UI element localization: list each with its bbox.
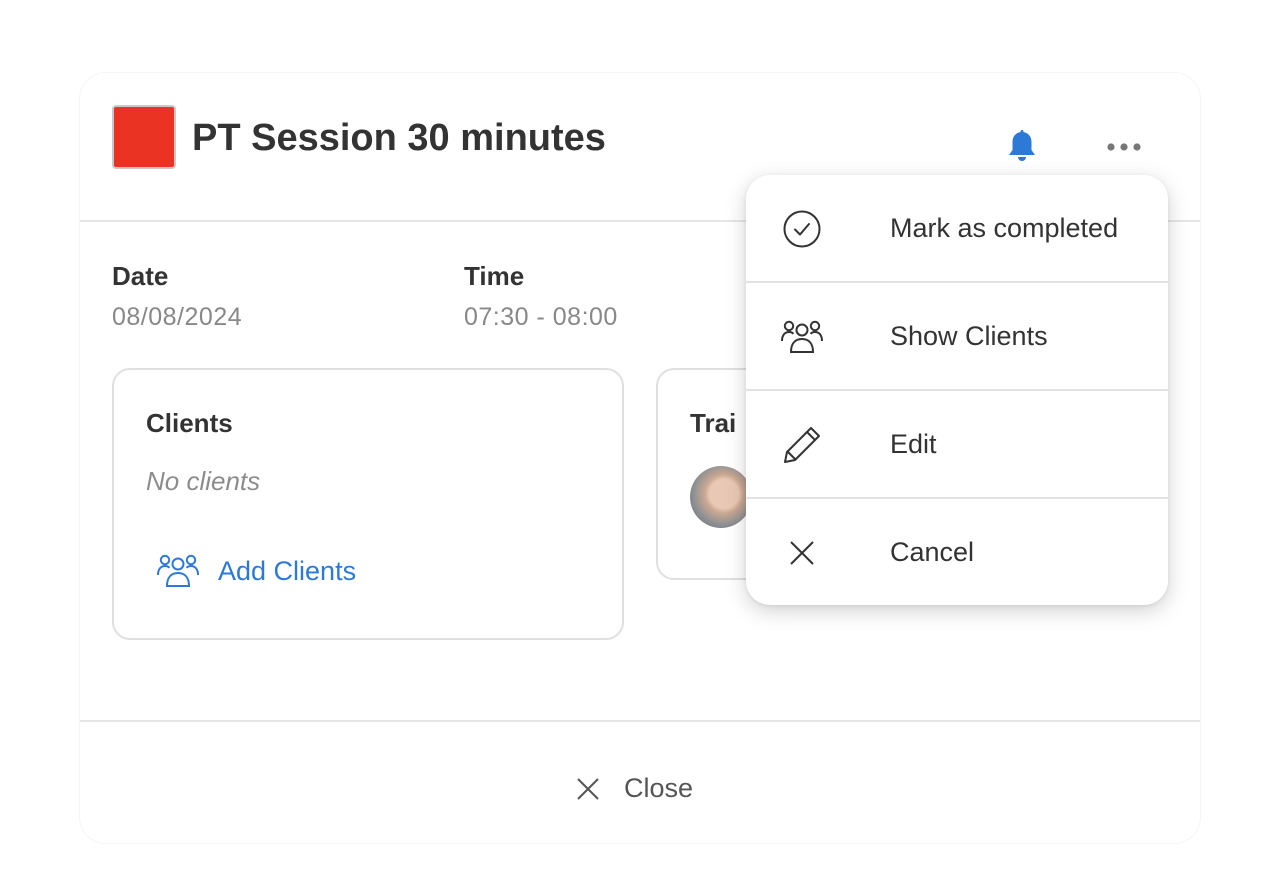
close-label: Close — [624, 773, 694, 803]
notification-button[interactable] — [1004, 129, 1040, 165]
footer-divider — [80, 720, 1200, 722]
pencil-icon — [784, 427, 820, 463]
users-icon — [157, 554, 199, 587]
more-horizontal-icon — [1107, 143, 1141, 151]
close-icon — [790, 541, 814, 565]
menu-item-cancel[interactable]: Cancel — [746, 499, 1168, 605]
session-color-swatch — [112, 105, 176, 169]
menu-item-label: Edit — [890, 429, 937, 459]
menu-item-mark-completed[interactable]: Mark as completed — [746, 175, 1168, 283]
more-options-button[interactable] — [1104, 133, 1144, 161]
bell-icon — [1009, 130, 1035, 161]
add-clients-label: Add Clients — [218, 555, 357, 586]
users-icon — [781, 320, 823, 353]
date-label: Date — [112, 261, 169, 291]
menu-item-show-clients[interactable]: Show Clients — [746, 283, 1168, 391]
clients-card: Clients No clients Add Clients — [112, 368, 624, 640]
trainer-card-title: Trai — [690, 408, 737, 438]
clients-card-title: Clients — [146, 408, 233, 438]
close-icon — [577, 777, 599, 800]
menu-item-edit[interactable]: Edit — [746, 391, 1168, 499]
time-label: Time — [464, 261, 525, 291]
close-button[interactable]: Close — [576, 773, 693, 804]
no-clients-text: No clients — [146, 466, 261, 496]
trainer-avatar[interactable] — [690, 466, 752, 528]
date-value: 08/08/2024 — [112, 303, 243, 331]
add-clients-button[interactable]: Add Clients — [156, 552, 356, 590]
page-title: PT Session 30 minutes — [192, 117, 606, 159]
check-circle-icon — [783, 210, 821, 248]
menu-item-label: Mark as completed — [890, 213, 1119, 243]
menu-item-label: Show Clients — [890, 321, 1048, 351]
session-options-menu: Mark as completed Show Clients Edit Canc… — [746, 175, 1168, 605]
time-value: 07:30 - 08:00 — [464, 303, 618, 331]
menu-item-label: Cancel — [890, 537, 975, 567]
